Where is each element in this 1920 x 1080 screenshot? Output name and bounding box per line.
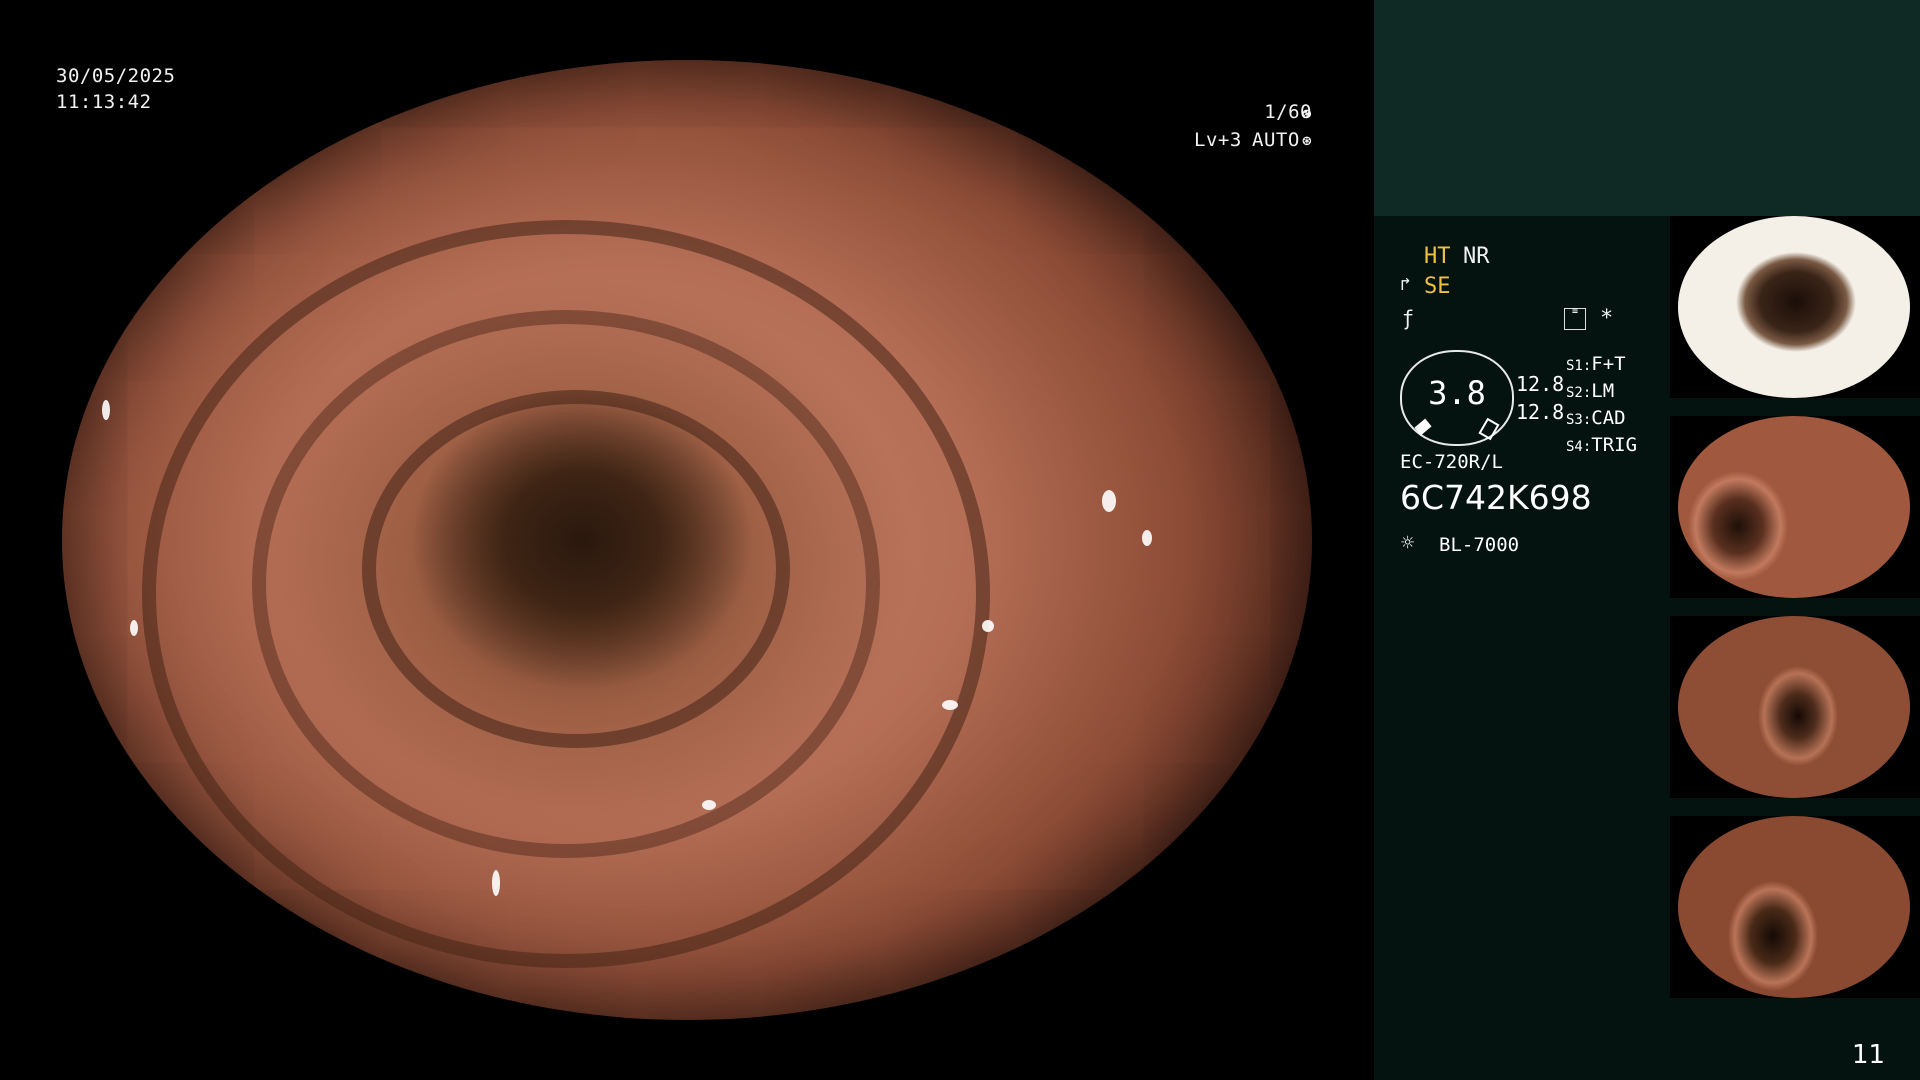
- light-reflection: [1142, 530, 1152, 546]
- light-source-icon: ☼: [1401, 531, 1415, 556]
- date-display: 30/05/2025: [56, 65, 176, 87]
- switch-key: S4:: [1566, 439, 1592, 455]
- time-display: 11:13:42: [56, 91, 152, 113]
- iris-mode-display: AUTO: [1252, 129, 1300, 151]
- settings-list-icon: ≡: [1564, 307, 1586, 330]
- thumbnail-2[interactable]: [1670, 416, 1920, 598]
- scope-model: EC-720R/L: [1400, 451, 1503, 473]
- light-reflection: [130, 620, 138, 636]
- light-reflection: [982, 620, 994, 632]
- gauge-left-marker: [1414, 418, 1432, 436]
- mucosal-fold: [362, 390, 790, 748]
- switch-key: S1:: [1566, 358, 1592, 374]
- iris-icon: ⊛: [1302, 131, 1312, 150]
- endoscopy-view: [0, 0, 1372, 1080]
- star-indicator: *: [1600, 306, 1614, 331]
- light-reflection: [702, 800, 716, 810]
- switch-item: S3:CAD: [1566, 406, 1637, 433]
- light-reflection: [492, 870, 500, 896]
- gauge-value: 3.8: [1428, 374, 1486, 412]
- thumbnail-3[interactable]: [1670, 616, 1920, 798]
- switch-value: F+T: [1591, 353, 1626, 375]
- gauge-reading-2: 12.8: [1516, 400, 1565, 424]
- shutter-icon: ⊛: [1302, 104, 1312, 123]
- light-source-label: BL-7000: [1439, 534, 1520, 556]
- switch-value: TRIG: [1591, 434, 1638, 456]
- panel-header: [1374, 0, 1920, 216]
- filter-icon: ƒ: [1402, 306, 1415, 330]
- nr-mode-label: NR: [1463, 244, 1490, 269]
- page-number: 11: [1852, 1040, 1886, 1070]
- gauge-reading-1: 12.8: [1516, 372, 1565, 396]
- thumbnail-image: [1678, 816, 1910, 998]
- switch-key: S3:: [1566, 412, 1592, 428]
- switch-value: LM: [1591, 380, 1615, 402]
- switch-list: S1:F+T S2:LM S3:CAD S4:TRIG: [1566, 352, 1637, 460]
- switch-item: S4:TRIG: [1566, 433, 1637, 460]
- se-mode-label: SE: [1424, 274, 1451, 299]
- thumbnail-image: [1678, 416, 1910, 598]
- endoscopy-image: [62, 60, 1312, 1020]
- switch-value: CAD: [1591, 407, 1626, 429]
- switch-key: S2:: [1566, 385, 1592, 401]
- switch-item: S1:F+T: [1566, 352, 1637, 379]
- light-reflection: [102, 400, 110, 420]
- brightness-gauge: 3.8: [1400, 350, 1514, 446]
- enhance-icon: ↱: [1400, 274, 1411, 295]
- switch-item: S2:LM: [1566, 379, 1637, 406]
- thumbnail-4[interactable]: [1670, 816, 1920, 998]
- ht-mode-label: HT: [1424, 244, 1451, 269]
- thumbnail-image: [1678, 216, 1910, 398]
- light-reflection: [1102, 490, 1116, 512]
- thumbnail-image: [1678, 616, 1910, 798]
- thumbnail-1[interactable]: [1670, 216, 1920, 398]
- scope-serial: 6C742K698: [1400, 478, 1592, 517]
- light-reflection: [942, 700, 958, 710]
- level-display: Lv+3: [1194, 129, 1242, 151]
